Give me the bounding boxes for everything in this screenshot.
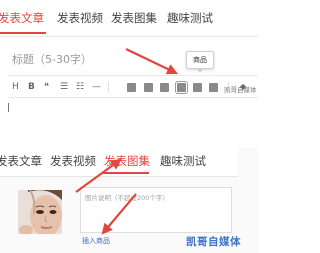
picture-icon[interactable] xyxy=(144,83,153,92)
tab-publish-video[interactable]: 发表视频 xyxy=(50,154,96,168)
quote-button[interactable]: ❝ xyxy=(44,82,49,92)
unordered-list-button[interactable]: ☷ xyxy=(76,82,84,92)
tab-publish-article[interactable]: 发表文章 xyxy=(0,154,42,168)
gallery-photo[interactable] xyxy=(18,190,62,234)
tab-fun-quiz[interactable]: 趣味测试 xyxy=(160,154,206,168)
active-tab-underline xyxy=(103,172,149,174)
ordered-list-button[interactable]: ☰ xyxy=(60,82,68,92)
horizontal-rule-button[interactable]: — xyxy=(92,82,101,92)
text-caret xyxy=(8,103,9,112)
gallery-tab-bar: 发表文章 发表视频 发表图集 趣味测试 xyxy=(0,148,238,177)
heading-button[interactable]: H xyxy=(12,82,19,92)
insert-product-link[interactable]: 插入商品 xyxy=(82,236,110,246)
tab-publish-gallery[interactable]: 发表图集 xyxy=(111,11,157,25)
editor-toolbar: H B ❝ ☰ ☷ — ◆ xyxy=(0,78,258,96)
title-divider xyxy=(8,75,258,76)
audio-icon[interactable] xyxy=(193,83,202,92)
tooltip-label: 商品 xyxy=(193,56,207,64)
toolbar-divider xyxy=(8,97,258,98)
watermark-text: 凯哥自媒体 xyxy=(224,86,257,94)
brand-watermark: 凯哥自媒体 xyxy=(186,236,241,248)
tab-publish-article[interactable]: 发表文章 xyxy=(0,11,44,25)
description-placeholder: 图片说明（不超过200个字） xyxy=(85,194,169,202)
face-photo-icon xyxy=(18,190,62,234)
active-tab-underline xyxy=(0,32,46,34)
image-description-field[interactable]: 图片说明（不超过200个字） xyxy=(80,187,232,233)
product-icon[interactable] xyxy=(175,81,188,94)
tab-publish-gallery[interactable]: 发表图集 xyxy=(104,154,150,168)
editor-tab-bar: 发表文章 发表视频 发表图集 趣味测试 xyxy=(0,0,258,37)
tab-publish-video[interactable]: 发表视频 xyxy=(57,11,103,25)
bold-button[interactable]: B xyxy=(28,82,35,92)
video-icon[interactable] xyxy=(160,83,169,92)
tab-fun-quiz[interactable]: 趣味测试 xyxy=(167,11,213,25)
image-icon[interactable] xyxy=(127,83,136,92)
toolbar-separator xyxy=(108,82,109,92)
product-tooltip: 商品 xyxy=(186,51,214,73)
vote-icon[interactable] xyxy=(209,83,218,92)
